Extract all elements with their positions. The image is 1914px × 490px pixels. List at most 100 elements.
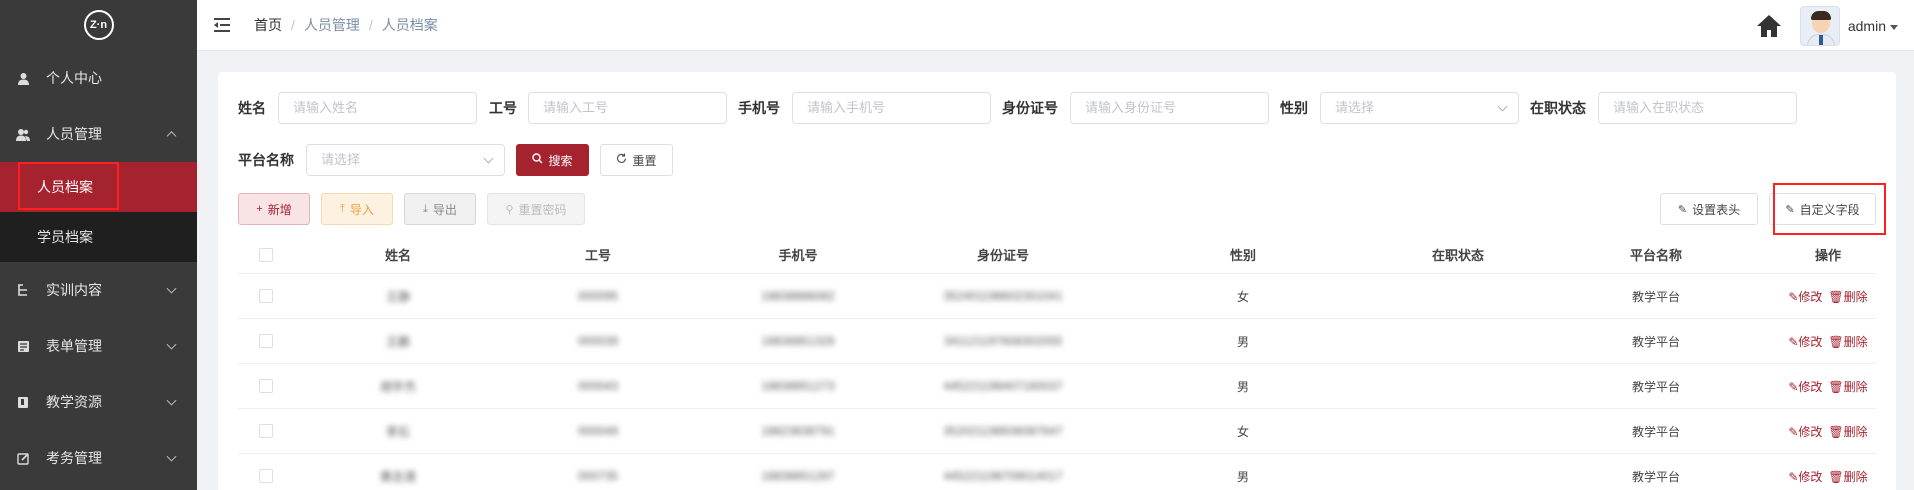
pencil-icon: ✎: [1788, 469, 1799, 484]
cell-name: 胡宇杰: [379, 379, 416, 394]
breadcrumb: 首页 / 人员管理 / 人员档案: [254, 15, 438, 35]
edit-link[interactable]: ✎修改: [1788, 423, 1822, 440]
menu-toggle-icon[interactable]: [214, 18, 230, 32]
sidebar-submenu: 人员档案 学员档案: [0, 162, 197, 262]
import-button[interactable]: ⤒ 导入: [321, 193, 393, 225]
col-gender[interactable]: 性别: [1198, 236, 1288, 273]
trash-icon: 🗑: [1828, 334, 1844, 349]
sidebar-item-training-content[interactable]: 实训内容: [0, 262, 197, 318]
col-name[interactable]: 姓名: [338, 236, 458, 273]
cell-platform: 教学平台: [1631, 289, 1680, 304]
table-row: 王静 000095 18838886082 352401198602301041 女 教学…: [238, 274, 1876, 319]
delete-link-label: 删除: [1843, 379, 1868, 394]
chevron-down-icon: [1497, 101, 1508, 112]
download-icon: ⤓: [423, 202, 428, 215]
edit-link[interactable]: ✎修改: [1788, 378, 1822, 395]
row-checkbox[interactable]: [258, 379, 273, 393]
edit-link[interactable]: ✎修改: [1788, 468, 1822, 485]
cell-gender: 女: [1236, 424, 1249, 439]
breadcrumb-home[interactable]: 首页: [254, 15, 282, 35]
breadcrumb-personnel-files: 人员档案: [381, 17, 438, 33]
sidebar-item-personal-center[interactable]: 个人中心: [0, 50, 197, 106]
sidebar-item-personnel-management[interactable]: 人员管理: [0, 106, 197, 162]
delete-link[interactable]: 🗑删除: [1828, 423, 1867, 440]
home-icon[interactable]: [1756, 14, 1782, 38]
caret-down-icon[interactable]: [1890, 25, 1898, 30]
status-label: 在职状态: [1530, 100, 1586, 116]
table-body: 王静 000095 18838886082 352401198602301041 女教学…: [238, 274, 1876, 490]
cell-idcard: 341121197608302055: [943, 334, 1063, 348]
col-empno[interactable]: 工号: [538, 236, 658, 273]
row-checkbox[interactable]: [258, 334, 273, 348]
sidebar-subitem-personnel-files[interactable]: 人员档案: [0, 162, 197, 212]
delete-link[interactable]: 🗑删除: [1828, 288, 1867, 305]
form-icon: [16, 339, 30, 353]
cell-platform: 教学平台: [1631, 424, 1680, 439]
content-panel: 姓名 请输入姓名 工号 请输入工号 手机号 请输入手机号 身份证号 请输入身份证…: [218, 72, 1896, 490]
phone-input[interactable]: 请输入手机号: [792, 92, 991, 124]
empno-input[interactable]: 请输入工号: [528, 92, 727, 124]
edit-link[interactable]: ✎修改: [1788, 333, 1822, 350]
row-checkbox[interactable]: [258, 469, 273, 483]
delete-link[interactable]: 🗑删除: [1828, 378, 1867, 395]
cell-platform: 教学平台: [1631, 469, 1680, 484]
chevron-down-icon: [166, 339, 177, 350]
delete-link-label: 删除: [1843, 469, 1868, 484]
cell-status: [1398, 274, 1518, 318]
cell-platform: 教学平台: [1631, 379, 1680, 394]
col-platform[interactable]: 平台名称: [1596, 236, 1716, 273]
reset-button[interactable]: 重置: [600, 144, 673, 176]
gender-select-placeholder: 请选择: [1335, 100, 1375, 115]
status-input[interactable]: 请输入在职状态: [1598, 92, 1797, 124]
cell-empno: 000735: [577, 469, 619, 483]
edit-link[interactable]: ✎修改: [1788, 288, 1822, 305]
delete-link-label: 删除: [1843, 424, 1868, 439]
search-icon: [532, 153, 543, 167]
reset-password-button[interactable]: ⚲ 重置密码: [487, 193, 585, 225]
sidebar-item-teaching-resources[interactable]: 教学资源: [0, 374, 197, 430]
book-icon: [16, 395, 30, 409]
cell-phone: 18823838791: [761, 424, 835, 438]
highlight-box: [18, 162, 119, 210]
avatar[interactable]: [1799, 5, 1840, 46]
sidebar-item-label: 实训内容: [46, 282, 102, 298]
pencil-icon: ✎: [1788, 379, 1799, 394]
breadcrumb-personnel-management[interactable]: 人员管理: [304, 15, 360, 35]
search-button[interactable]: 搜索: [516, 144, 589, 176]
col-phone[interactable]: 手机号: [738, 236, 858, 273]
export-button[interactable]: ⤓ 导出: [404, 193, 476, 225]
import-button-label: 导入: [349, 202, 374, 217]
add-button-label: 新增: [267, 202, 292, 217]
username[interactable]: admin: [1848, 18, 1886, 34]
row-actions: ✎修改 🗑删除: [1778, 409, 1878, 453]
delete-link[interactable]: 🗑删除: [1828, 333, 1867, 350]
set-header-button[interactable]: ✎ 设置表头: [1660, 193, 1758, 225]
upload-icon: ⤒: [340, 202, 345, 215]
sidebar-item-exam-management[interactable]: 考务管理: [0, 430, 197, 486]
sidebar-item-label: 人员管理: [46, 126, 102, 142]
highlight-box: [1773, 183, 1886, 235]
cell-name: 黄志清: [379, 469, 416, 484]
idcard-input[interactable]: 请输入身份证号: [1070, 92, 1269, 124]
select-all-checkbox[interactable]: [258, 247, 273, 262]
cell-status: [1398, 454, 1518, 490]
platform-select[interactable]: 请选择: [306, 144, 505, 176]
row-checkbox[interactable]: [258, 424, 273, 438]
name-input[interactable]: 请输入姓名: [278, 92, 477, 124]
col-status[interactable]: 在职状态: [1398, 236, 1518, 273]
sidebar-subitem-student-files[interactable]: 学员档案: [0, 212, 197, 262]
sidebar-item-form-management[interactable]: 表单管理: [0, 318, 197, 374]
cell-empno: 000043: [577, 379, 619, 393]
col-actions: 操作: [1814, 248, 1841, 263]
add-button[interactable]: + 新增: [238, 193, 310, 225]
col-idcard[interactable]: 身份证号: [938, 236, 1068, 273]
trash-icon: 🗑: [1828, 424, 1844, 439]
edit-link-label: 修改: [1798, 424, 1823, 439]
pencil-icon: ✎: [1788, 289, 1799, 304]
gender-select[interactable]: 请选择: [1320, 92, 1519, 124]
sidebar-item-label: 个人中心: [46, 70, 102, 86]
delete-link[interactable]: 🗑删除: [1828, 468, 1867, 485]
delete-link-label: 删除: [1843, 289, 1868, 304]
row-checkbox[interactable]: [258, 289, 273, 303]
delete-link-label: 删除: [1843, 334, 1868, 349]
